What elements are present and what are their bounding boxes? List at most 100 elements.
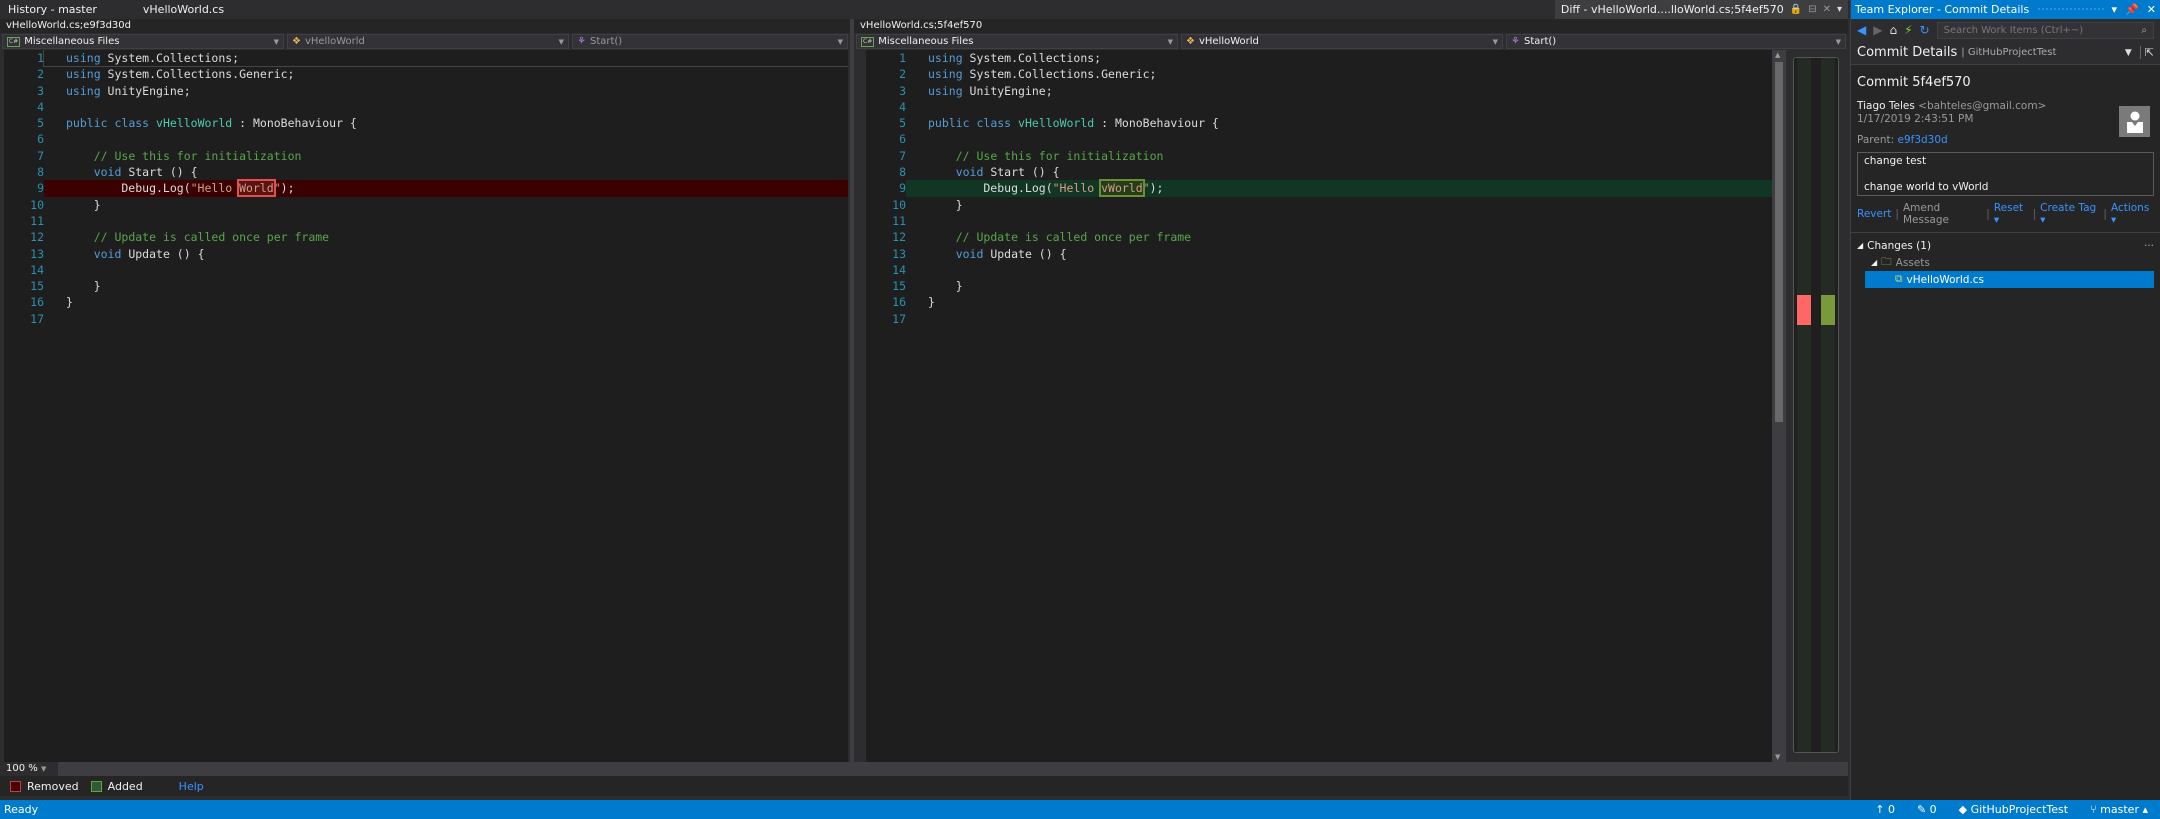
line-text: using System.Collections; xyxy=(906,50,1772,66)
search-work-items-input[interactable]: Search Work Items (Ctrl+~) ⌕ xyxy=(1936,21,2154,39)
code-line[interactable]: 1 using System.Collections; xyxy=(866,50,1772,66)
create-tag-menu[interactable]: Create Tag ▾ xyxy=(2040,202,2099,226)
tab-diff[interactable]: Diff - vHelloWorld....lloWorld.cs;5f4ef5… xyxy=(1554,0,1848,19)
code-line[interactable]: 12 // Update is called once per frame xyxy=(4,229,848,245)
revert-link[interactable]: Revert xyxy=(1857,208,1891,220)
code-line[interactable]: 9 Debug.Log("Hello World"); xyxy=(4,179,848,198)
code-line[interactable]: 6 xyxy=(866,131,1772,147)
member-dropdown[interactable]: ⚘ Start() ▼ xyxy=(1506,34,1846,49)
pin-icon[interactable]: 📌 xyxy=(2125,3,2139,16)
chevron-down-icon[interactable]: ▾ xyxy=(1837,4,1842,15)
close-icon[interactable]: ✕ xyxy=(1823,4,1831,15)
close-icon[interactable]: ✕ xyxy=(2147,3,2156,16)
refresh-icon[interactable]: ↻ xyxy=(1920,23,1930,37)
pending-changes[interactable]: ✎ 0 xyxy=(1917,803,1937,816)
branch-picker[interactable]: ⑂ master ▴ xyxy=(2090,803,2148,816)
connect-icon[interactable]: ⚡ xyxy=(1904,23,1912,37)
code-line[interactable]: 7 // Use this for initialization xyxy=(4,148,848,164)
home-icon[interactable]: ⌂ xyxy=(1889,23,1897,37)
code-line[interactable]: 4 xyxy=(866,99,1772,115)
scroll-down-icon[interactable]: ▼ xyxy=(1775,753,1780,761)
code-line[interactable]: 14 xyxy=(4,262,848,278)
left-editor[interactable]: 1 using System.Collections; 2 using System.… xyxy=(4,50,848,762)
tab-history[interactable]: History - master xyxy=(0,0,105,19)
expand-icon[interactable]: ◢ xyxy=(1857,241,1863,250)
code-line[interactable]: 1 using System.Collections; xyxy=(4,50,848,68)
help-link[interactable]: Help xyxy=(179,780,204,793)
code-line[interactable]: 2 using System.Collections.Generic; xyxy=(4,66,848,82)
left-path: vHelloWorld.cs;e9f3d30d xyxy=(0,19,850,33)
left-hscrollbar[interactable]: 100 % ▼ xyxy=(0,762,850,776)
class-dropdown[interactable]: ❖ vHelloWorld ▼ xyxy=(1181,34,1503,49)
commit-message[interactable]: change test change world to vWorld xyxy=(1857,152,2154,196)
scroll-thumb[interactable] xyxy=(1775,62,1783,422)
tab-file[interactable]: vHelloWorld.cs xyxy=(135,0,232,19)
popout-icon[interactable]: ⇱ xyxy=(2139,46,2154,59)
reset-menu[interactable]: Reset ▾ xyxy=(1994,202,2029,226)
line-number: 8 xyxy=(37,165,44,180)
code-line[interactable]: 10 } xyxy=(866,197,1772,213)
code-line[interactable]: 5 public class vHelloWorld : MonoBehaviou… xyxy=(866,115,1772,131)
scroll-up-icon[interactable]: ▲ xyxy=(1775,51,1780,59)
line-text: using System.Collections.Generic; xyxy=(906,66,1772,82)
right-hscrollbar[interactable] xyxy=(854,762,1848,776)
amend-message-link[interactable]: Amend Message xyxy=(1903,202,1982,226)
code-line[interactable]: 17 xyxy=(866,311,1772,327)
chevron-down-icon: ▼ xyxy=(1835,37,1841,46)
code-line[interactable]: 11 xyxy=(866,213,1772,229)
code-line[interactable]: 16} xyxy=(866,294,1772,310)
chevron-down-icon[interactable]: ▼ xyxy=(2125,48,2132,58)
line-number: 3 xyxy=(37,83,44,98)
code-line[interactable]: 13 void Update () { xyxy=(866,246,1772,262)
code-line[interactable]: 8 void Start () { xyxy=(866,164,1772,180)
code-line[interactable]: 5 public class vHelloWorld : MonoBehaviou… xyxy=(4,115,848,131)
code-line[interactable]: 14 xyxy=(866,262,1772,278)
line-text: public class vHelloWorld : MonoBehaviour… xyxy=(44,115,848,131)
code-line[interactable]: 11 xyxy=(4,213,848,229)
code-line[interactable]: 17 xyxy=(4,311,848,327)
project-dropdown[interactable]: C# Miscellaneous Files ▼ xyxy=(2,34,284,49)
pin-icon[interactable]: ⊟ xyxy=(1808,4,1816,15)
code-line[interactable]: 7 // Use this for initialization xyxy=(866,148,1772,164)
code-line[interactable]: 12 // Update is called once per frame xyxy=(866,229,1772,245)
expand-icon[interactable]: ◢ xyxy=(1871,258,1877,267)
code-token: System.Collections; xyxy=(962,51,1102,65)
tree-folder-assets[interactable]: ◢ 🗀 Assets xyxy=(1857,254,2154,271)
repository-picker[interactable]: ◆ GitHubProjectTest xyxy=(1959,803,2068,816)
member-dropdown[interactable]: ⚘ Start() ▼ xyxy=(572,34,848,49)
code-line[interactable]: 10 } xyxy=(4,197,848,213)
overview-frame xyxy=(1793,57,1839,753)
tree-file-vhelloworld[interactable]: ⧉ vHelloWorld.cs xyxy=(1865,271,2154,288)
actions-menu[interactable]: Actions ▾ xyxy=(2111,202,2154,226)
class-dropdown[interactable]: ❖ vHelloWorld ▼ xyxy=(287,34,569,49)
chevron-down-icon[interactable]: ▾ xyxy=(2112,3,2118,16)
commit-date: 1/17/2019 2:43:51 PM xyxy=(1857,113,1974,125)
diff-overview[interactable] xyxy=(1786,50,1848,762)
search-icon[interactable]: ⌕ xyxy=(2141,25,2147,36)
parent-commit-link[interactable]: e9f3d30d xyxy=(1898,134,1948,146)
forward-icon[interactable]: ▶ xyxy=(1873,23,1882,37)
zoom-dropdown[interactable]: 100 % ▼ xyxy=(0,762,58,776)
code-token: ); xyxy=(1149,181,1164,196)
project-dropdown[interactable]: C# Miscellaneous Files ▼ xyxy=(856,34,1178,49)
changes-header[interactable]: ◢ Changes (1) ··· xyxy=(1857,237,2154,254)
right-vscrollbar[interactable]: ▲ ▼ xyxy=(1772,50,1786,762)
code-line[interactable]: 16} xyxy=(4,294,848,310)
code-line[interactable]: 9 Debug.Log("Hello vWorld"); xyxy=(866,179,1772,198)
code-line[interactable]: 6 xyxy=(4,131,848,147)
code-line[interactable]: 8 void Start () { xyxy=(4,164,848,180)
right-editor[interactable]: 1 using System.Collections; 2 using System.… xyxy=(866,50,1772,762)
unpublished-commits[interactable]: ↑ 0 xyxy=(1875,803,1895,816)
code-line[interactable]: 15 } xyxy=(866,278,1772,294)
overview-removed-marker xyxy=(1797,294,1811,325)
back-icon[interactable]: ◀ xyxy=(1857,23,1866,37)
code-line[interactable]: 13 void Update () { xyxy=(4,246,848,262)
code-line[interactable]: 2 using System.Collections.Generic; xyxy=(866,66,1772,82)
code-line[interactable]: 3 using UnityEngine; xyxy=(4,83,848,99)
lock-icon[interactable]: 🔒 xyxy=(1790,4,1802,15)
code-line[interactable]: 3 using UnityEngine; xyxy=(866,83,1772,99)
code-line[interactable]: 15 } xyxy=(4,278,848,294)
code-line[interactable]: 4 xyxy=(4,99,848,115)
more-icon[interactable]: ··· xyxy=(2144,240,2154,252)
code-token: } xyxy=(928,197,963,212)
